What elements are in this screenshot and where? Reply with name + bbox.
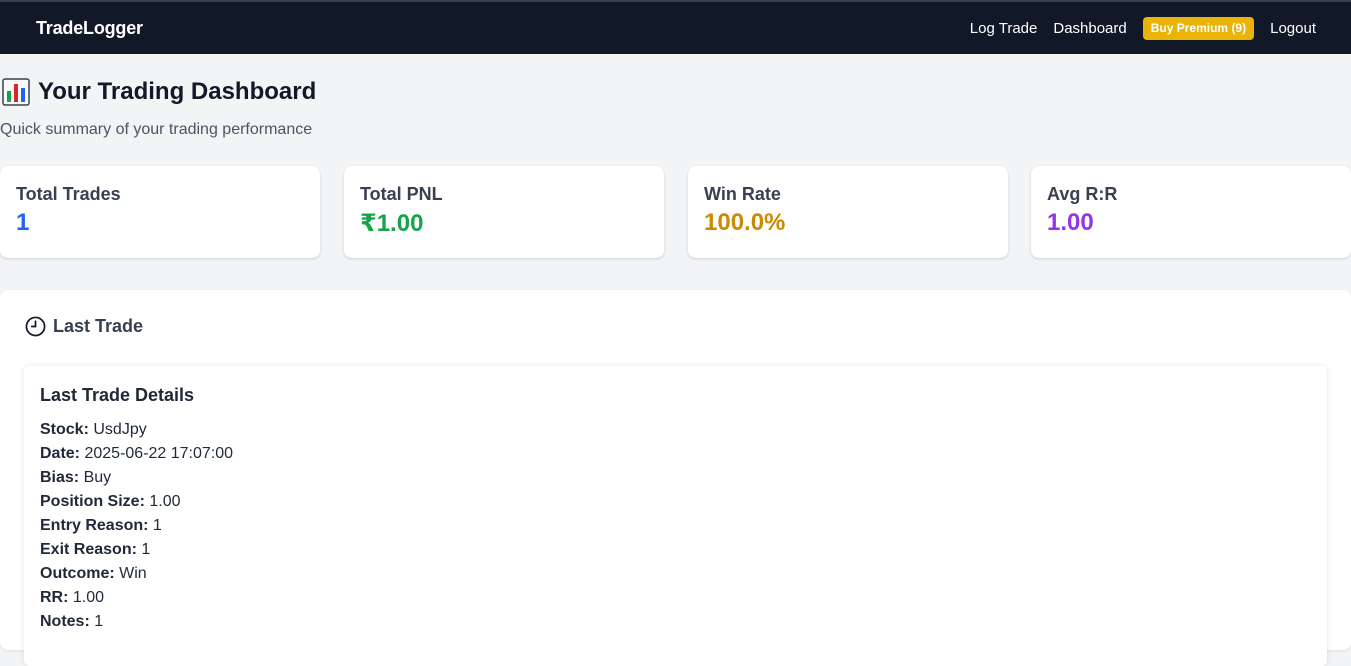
buy-premium-button[interactable]: Buy Premium (9) bbox=[1142, 16, 1255, 40]
detail-row-position-size: Position Size: 1.00 bbox=[40, 490, 1311, 514]
detail-row-date: Date: 2025-06-22 17:07:00 bbox=[40, 442, 1311, 466]
nav-dashboard-link[interactable]: Dashboard bbox=[1053, 20, 1126, 37]
nav-links: Log Trade Dashboard Buy Premium (9) Logo… bbox=[954, 16, 1316, 40]
page-title: Your Trading Dashboard bbox=[2, 78, 316, 106]
brand-logo[interactable]: TradeLogger bbox=[36, 18, 143, 39]
detail-value: UsdJpy bbox=[93, 421, 147, 438]
stat-value: 100.0% bbox=[704, 209, 786, 236]
detail-value: Win bbox=[119, 565, 147, 582]
stat-value: ₹1.00 bbox=[360, 210, 424, 237]
detail-value: 1 bbox=[94, 613, 104, 630]
detail-value: 1.00 bbox=[149, 493, 181, 510]
detail-row-outcome: Outcome: Win bbox=[40, 562, 1311, 586]
stat-card-win-rate: Win Rate 100.0% bbox=[688, 166, 1008, 258]
detail-value: 2025-06-22 17:07:00 bbox=[84, 445, 234, 462]
detail-row-exit-reason: Exit Reason: 1 bbox=[40, 538, 1311, 562]
details-title: Last Trade Details bbox=[40, 385, 195, 405]
detail-key: Position Size: bbox=[40, 493, 145, 510]
stat-value: 1.00 bbox=[1047, 209, 1094, 236]
page-subtitle: Quick summary of your trading performanc… bbox=[0, 121, 313, 138]
stat-value: 1 bbox=[16, 209, 30, 236]
last-trade-heading-text: Last Trade bbox=[53, 316, 144, 336]
page-title-text: Your Trading Dashboard bbox=[38, 78, 317, 105]
detail-key: Entry Reason: bbox=[40, 517, 149, 534]
detail-row-rr: RR: 1.00 bbox=[40, 586, 1311, 610]
clock-icon bbox=[25, 316, 46, 337]
last-trade-panel: Last Trade Last Trade Details Stock: Usd… bbox=[0, 290, 1351, 666]
detail-value: Buy bbox=[83, 469, 112, 486]
stat-label: Win Rate bbox=[704, 184, 781, 204]
detail-key: Exit Reason: bbox=[40, 541, 137, 558]
detail-key: Stock: bbox=[40, 421, 89, 438]
last-trade-heading: Last Trade bbox=[25, 316, 143, 337]
stat-card-total-pnl: Total PNL ₹1.00 bbox=[344, 166, 664, 258]
stat-card-avg-rr: Avg R:R 1.00 bbox=[1031, 166, 1351, 258]
stat-label: Total PNL bbox=[360, 184, 443, 204]
stat-card-total-trades: Total Trades 1 bbox=[0, 166, 320, 258]
detail-value: 1 bbox=[141, 541, 151, 558]
detail-row-entry-reason: Entry Reason: 1 bbox=[40, 514, 1311, 538]
logout-link[interactable]: Logout bbox=[1270, 20, 1316, 37]
bar-chart-icon bbox=[2, 78, 30, 106]
stats-row: Total Trades 1 Total PNL ₹1.00 Win Rate … bbox=[0, 166, 1351, 258]
stat-label: Avg R:R bbox=[1047, 184, 1118, 204]
detail-row-stock: Stock: UsdJpy bbox=[40, 418, 1311, 442]
detail-value: 1 bbox=[152, 517, 162, 534]
detail-key: Bias: bbox=[40, 469, 80, 486]
nav-log-trade-link[interactable]: Log Trade bbox=[970, 20, 1038, 37]
stat-label: Total Trades bbox=[16, 184, 121, 204]
last-trade-details-card: Last Trade Details Stock: UsdJpy Date: 2… bbox=[24, 366, 1327, 666]
detail-key: Outcome: bbox=[40, 565, 115, 582]
detail-key: Notes: bbox=[40, 613, 90, 630]
detail-key: RR: bbox=[40, 589, 69, 606]
detail-value: 1.00 bbox=[72, 589, 105, 606]
detail-row-bias: Bias: Buy bbox=[40, 466, 1311, 490]
detail-key: Date: bbox=[40, 445, 81, 462]
top-navbar: TradeLogger Log Trade Dashboard Buy Prem… bbox=[0, 0, 1351, 54]
detail-row-notes: Notes: 1 bbox=[40, 610, 1311, 634]
